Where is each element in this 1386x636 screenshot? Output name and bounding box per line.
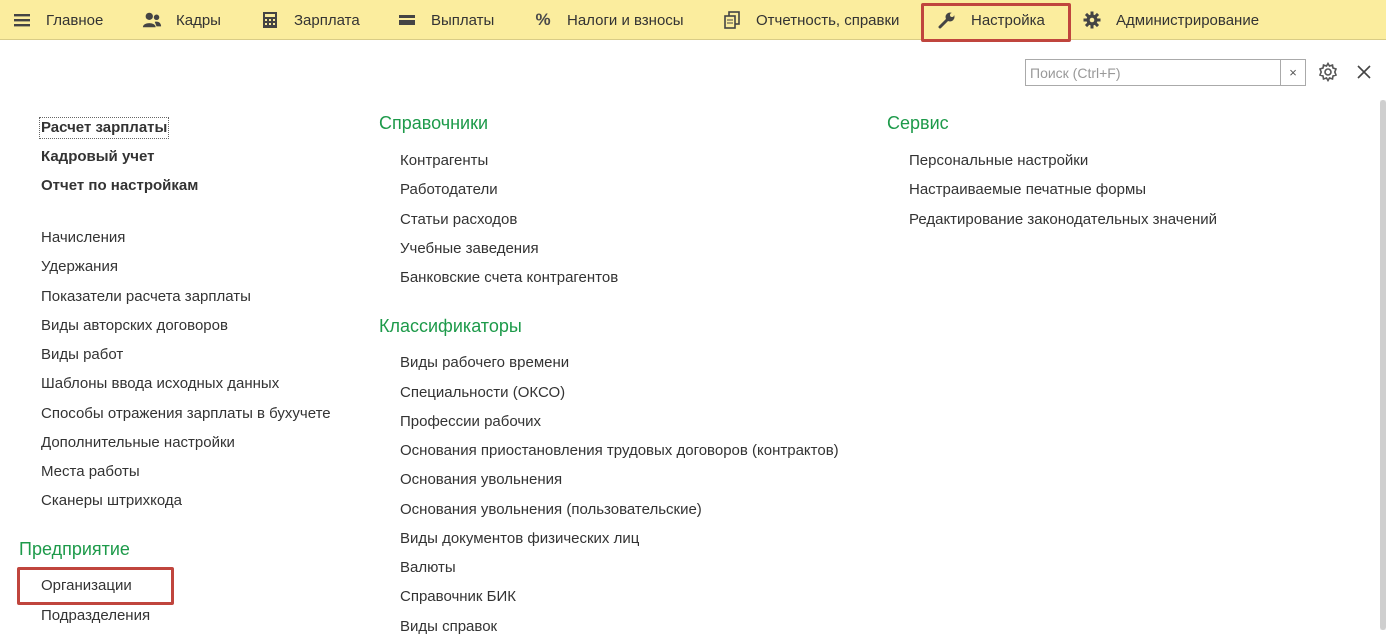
gear-icon bbox=[1082, 10, 1102, 30]
clear-search-button[interactable]: × bbox=[1280, 60, 1305, 85]
link-counterparty-bank-accounts[interactable]: Банковские счета контрагентов bbox=[400, 269, 618, 287]
link-payroll-calculation[interactable]: Расчет зарплаты bbox=[38, 117, 170, 139]
section-title-enterprise: Предприятие bbox=[19, 539, 130, 559]
link-currencies[interactable]: Валюты bbox=[400, 559, 456, 577]
organizations-highlight bbox=[17, 567, 174, 605]
search-input[interactable] bbox=[1026, 60, 1289, 85]
menu-item-taxes[interactable]: % Налоги и взносы bbox=[533, 0, 684, 40]
section-title-references: Справочники bbox=[379, 113, 489, 133]
link-workplaces[interactable]: Места работы bbox=[41, 463, 140, 481]
menu-item-administration[interactable]: Администрирование bbox=[1082, 0, 1259, 40]
scrollbar-thumb[interactable] bbox=[1380, 100, 1386, 630]
menu-item-payments[interactable]: Выплаты bbox=[397, 0, 494, 40]
percent-icon: % bbox=[535, 10, 551, 29]
link-counterparties[interactable]: Контрагенты bbox=[400, 152, 488, 170]
link-input-templates[interactable]: Шаблоны ввода исходных данных bbox=[41, 375, 279, 393]
link-payroll-indicators[interactable]: Показатели расчета зарплаты bbox=[41, 288, 251, 306]
link-accruals[interactable]: Начисления bbox=[41, 229, 125, 247]
menu-item-salary[interactable]: Зарплата bbox=[260, 0, 360, 40]
link-specialties[interactable]: Специальности (ОКСО) bbox=[400, 384, 565, 402]
top-menu-bar: Главное Кадры Зарплата Выплаты % Налоги … bbox=[0, 0, 1386, 42]
link-additional-settings[interactable]: Дополнительные настройки bbox=[41, 434, 235, 452]
link-deductions[interactable]: Удержания bbox=[41, 258, 118, 276]
menu-item-label: Администрирование bbox=[1116, 11, 1260, 29]
link-worker-professions[interactable]: Профессии рабочих bbox=[400, 413, 541, 431]
link-educational-institutions[interactable]: Учебные заведения bbox=[400, 240, 539, 258]
calculator-icon bbox=[260, 10, 280, 30]
settings-gear-icon[interactable] bbox=[1317, 61, 1339, 83]
link-dismissal-grounds[interactable]: Основания увольнения bbox=[400, 471, 562, 489]
link-work-types[interactable]: Виды работ bbox=[41, 346, 123, 364]
users-icon bbox=[142, 10, 162, 30]
menu-item-label: Выплаты bbox=[431, 11, 495, 29]
link-barcode-scanners[interactable]: Сканеры штрихкода bbox=[41, 492, 182, 510]
link-hr-accounting[interactable]: Кадровый учет bbox=[41, 148, 155, 166]
link-dismissal-grounds-custom[interactable]: Основания увольнения (пользовательские) bbox=[400, 501, 702, 519]
menu-icon bbox=[12, 10, 32, 30]
active-menu-highlight bbox=[921, 3, 1071, 42]
link-contract-suspension-grounds[interactable]: Основания приостановления трудовых догов… bbox=[400, 442, 839, 460]
link-expense-items[interactable]: Статьи расходов bbox=[400, 211, 517, 229]
menu-item-label: Кадры bbox=[176, 11, 221, 29]
link-id-document-types[interactable]: Виды документов физических лиц bbox=[400, 530, 639, 548]
documents-icon bbox=[722, 10, 742, 30]
link-work-time-types[interactable]: Виды рабочего времени bbox=[400, 354, 569, 372]
link-bik-directory[interactable]: Справочник БИК bbox=[400, 588, 516, 606]
menu-item-label: Налоги и взносы bbox=[567, 11, 684, 29]
wallet-icon bbox=[397, 10, 417, 30]
menu-item-staff[interactable]: Кадры bbox=[142, 0, 221, 40]
link-custom-print-forms[interactable]: Настраиваемые печатные формы bbox=[909, 181, 1146, 199]
link-employers[interactable]: Работодатели bbox=[400, 181, 498, 199]
link-departments[interactable]: Подразделения bbox=[41, 607, 150, 625]
menu-item-main[interactable]: Главное bbox=[12, 0, 103, 40]
vertical-scrollbar[interactable] bbox=[1380, 100, 1386, 630]
link-settings-report[interactable]: Отчет по настройкам bbox=[41, 177, 198, 195]
close-icon[interactable] bbox=[1354, 62, 1374, 82]
link-legislative-values-edit[interactable]: Редактирование законодательных значений bbox=[909, 211, 1217, 229]
search-box: × bbox=[1025, 59, 1306, 86]
link-author-contract-types[interactable]: Виды авторских договоров bbox=[41, 317, 228, 335]
menu-item-label: Зарплата bbox=[294, 11, 360, 29]
menu-item-reports[interactable]: Отчетность, справки bbox=[722, 0, 899, 40]
section-title-service: Сервис bbox=[887, 113, 949, 133]
menu-item-label: Главное bbox=[46, 11, 104, 29]
link-payroll-accounting-methods[interactable]: Способы отражения зарплаты в бухучете bbox=[41, 405, 331, 423]
menu-item-label: Отчетность, справки bbox=[756, 11, 900, 29]
link-personal-settings[interactable]: Персональные настройки bbox=[909, 152, 1088, 170]
link-certificate-types[interactable]: Виды справок bbox=[400, 618, 497, 636]
section-title-classifiers: Классификаторы bbox=[379, 316, 522, 336]
